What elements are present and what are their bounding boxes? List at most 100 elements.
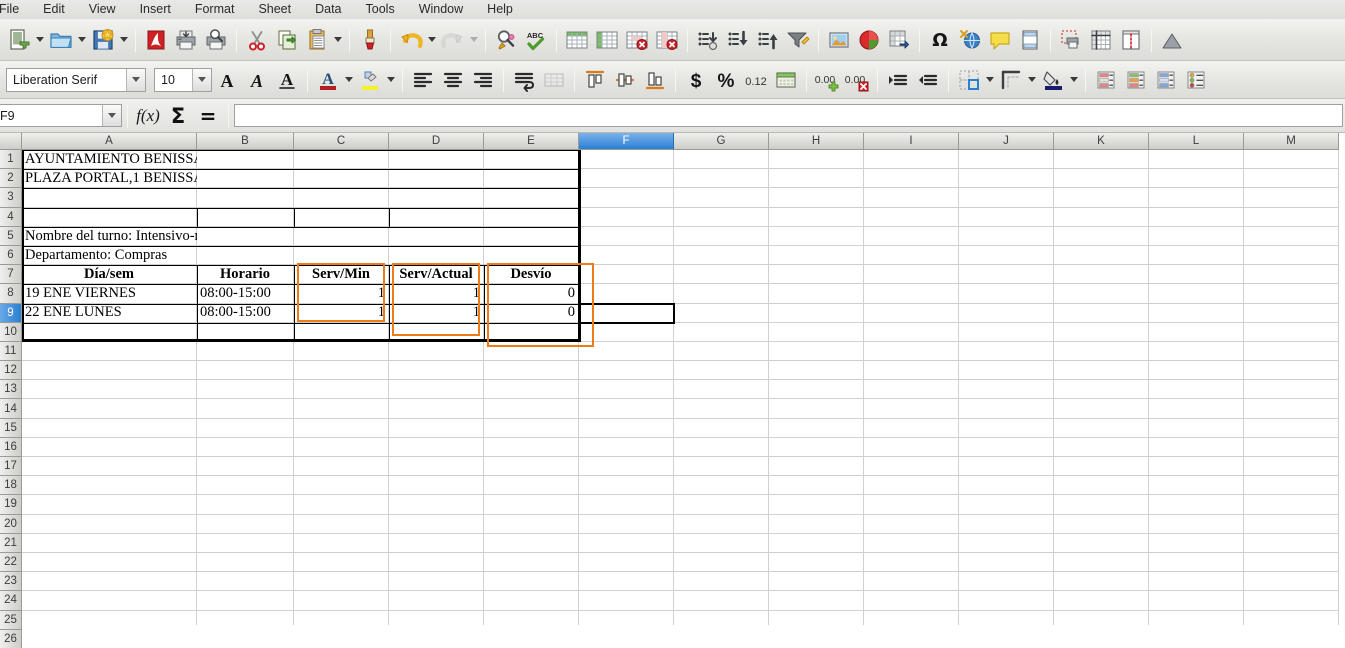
- cell-h15[interactable]: [769, 418, 864, 438]
- menu-file[interactable]: File: [0, 3, 31, 19]
- cell-l22[interactable]: [1149, 552, 1244, 573]
- menu-data[interactable]: Data: [303, 3, 353, 19]
- cell-c3[interactable]: [294, 188, 389, 208]
- cell-j17[interactable]: [959, 457, 1054, 477]
- cell-e5[interactable]: [484, 226, 579, 246]
- menu-format[interactable]: Format: [183, 3, 247, 19]
- row-header-13[interactable]: 13: [0, 380, 22, 400]
- cell-b25[interactable]: [197, 610, 294, 625]
- cell-d14[interactable]: [389, 399, 484, 419]
- font-name-dropdown-icon[interactable]: [126, 68, 145, 91]
- menu-edit[interactable]: Edit: [31, 3, 77, 19]
- cell-e25[interactable]: [484, 610, 579, 625]
- column-header-c[interactable]: C: [294, 133, 389, 150]
- cell-b7[interactable]: Horario: [197, 265, 294, 285]
- cell-k21[interactable]: [1054, 533, 1149, 553]
- column-header-i[interactable]: I: [864, 133, 959, 150]
- background-color-dropdown-icon[interactable]: [1068, 66, 1080, 94]
- cell-b5[interactable]: [197, 226, 294, 246]
- cell-h23[interactable]: [769, 572, 864, 592]
- cell-c18[interactable]: [294, 476, 389, 496]
- cell-b8[interactable]: 08:00-15:00: [197, 284, 294, 304]
- column-header-e[interactable]: E: [484, 133, 579, 150]
- cell-c25[interactable]: [294, 610, 389, 625]
- cell-f7[interactable]: [579, 265, 674, 285]
- cell-g1[interactable]: [674, 150, 769, 170]
- cell-k20[interactable]: [1054, 514, 1149, 534]
- cell-h20[interactable]: [769, 514, 864, 534]
- cell-k25[interactable]: [1054, 610, 1149, 625]
- row-header-22[interactable]: 22: [0, 552, 22, 573]
- cell-b12[interactable]: [197, 361, 294, 381]
- cell-h17[interactable]: [769, 457, 864, 477]
- cell-a11[interactable]: [22, 341, 197, 362]
- save-dropdown-icon[interactable]: [118, 26, 130, 54]
- column-header-b[interactable]: B: [197, 133, 294, 150]
- cell-l10[interactable]: [1149, 322, 1244, 342]
- cell-g14[interactable]: [674, 399, 769, 419]
- cell-b24[interactable]: [197, 591, 294, 611]
- cell-h4[interactable]: [769, 207, 864, 227]
- align-bottom-button[interactable]: [640, 65, 670, 95]
- cell-i9[interactable]: [864, 303, 959, 323]
- cell-f13[interactable]: [579, 380, 674, 400]
- format-date-button[interactable]: [771, 65, 801, 95]
- font-color-button[interactable]: A: [313, 65, 343, 95]
- split-window-button[interactable]: [1116, 25, 1146, 55]
- cell-a21[interactable]: [22, 533, 197, 553]
- cell-c12[interactable]: [294, 361, 389, 381]
- cell-a6[interactable]: Departamento: Compras: [22, 245, 197, 266]
- copy-button[interactable]: [272, 25, 302, 55]
- menu-help[interactable]: Help: [475, 3, 525, 19]
- cell-g17[interactable]: [674, 457, 769, 477]
- cell-g23[interactable]: [674, 572, 769, 592]
- row-header-16[interactable]: 16: [0, 437, 22, 457]
- cell-j15[interactable]: [959, 418, 1054, 438]
- cell-d2[interactable]: [389, 169, 484, 189]
- cell-l12[interactable]: [1149, 361, 1244, 381]
- cell-j19[interactable]: [959, 495, 1054, 515]
- cell-h3[interactable]: [769, 188, 864, 208]
- cell-d17[interactable]: [389, 457, 484, 477]
- cell-h10[interactable]: [769, 322, 864, 342]
- cell-h13[interactable]: [769, 380, 864, 400]
- cell-k15[interactable]: [1054, 418, 1149, 438]
- cell-h22[interactable]: [769, 552, 864, 573]
- cell-i2[interactable]: [864, 169, 959, 189]
- cell-h14[interactable]: [769, 399, 864, 419]
- cell-h19[interactable]: [769, 495, 864, 515]
- underline-button[interactable]: A: [272, 65, 302, 95]
- cell-g12[interactable]: [674, 361, 769, 381]
- cell-j1[interactable]: [959, 150, 1054, 170]
- cell-b10[interactable]: [197, 322, 294, 342]
- cell-l13[interactable]: [1149, 380, 1244, 400]
- cell-m18[interactable]: [1244, 476, 1339, 496]
- cell-a1[interactable]: AYUNTAMIENTO BENISSA: [22, 150, 204, 170]
- cell-g20[interactable]: [674, 514, 769, 534]
- cell-k7[interactable]: [1054, 265, 1149, 285]
- border-style-button[interactable]: [996, 65, 1026, 95]
- cell-d10[interactable]: [389, 322, 484, 342]
- cell-f25[interactable]: [579, 610, 674, 625]
- cell-f22[interactable]: [579, 552, 674, 573]
- column-header-a[interactable]: A: [22, 133, 197, 150]
- cell-k12[interactable]: [1054, 361, 1149, 381]
- cell-m14[interactable]: [1244, 399, 1339, 419]
- cell-f21[interactable]: [579, 533, 674, 553]
- cell-i13[interactable]: [864, 380, 959, 400]
- cell-e19[interactable]: [484, 495, 579, 515]
- cell-i20[interactable]: [864, 514, 959, 534]
- cell-k18[interactable]: [1054, 476, 1149, 496]
- cell-m19[interactable]: [1244, 495, 1339, 515]
- cell-a25[interactable]: [22, 610, 197, 625]
- cell-j5[interactable]: [959, 226, 1054, 246]
- cell-j14[interactable]: [959, 399, 1054, 419]
- cell-g16[interactable]: [674, 437, 769, 457]
- font-size-combobox[interactable]: 10: [154, 67, 212, 92]
- cell-m16[interactable]: [1244, 437, 1339, 457]
- new-document-dropdown-icon[interactable]: [34, 26, 46, 54]
- font-color-dropdown-icon[interactable]: [343, 66, 355, 94]
- cell-f6[interactable]: [579, 245, 674, 266]
- cell-d1[interactable]: [389, 150, 484, 170]
- cell-a23[interactable]: [22, 572, 197, 592]
